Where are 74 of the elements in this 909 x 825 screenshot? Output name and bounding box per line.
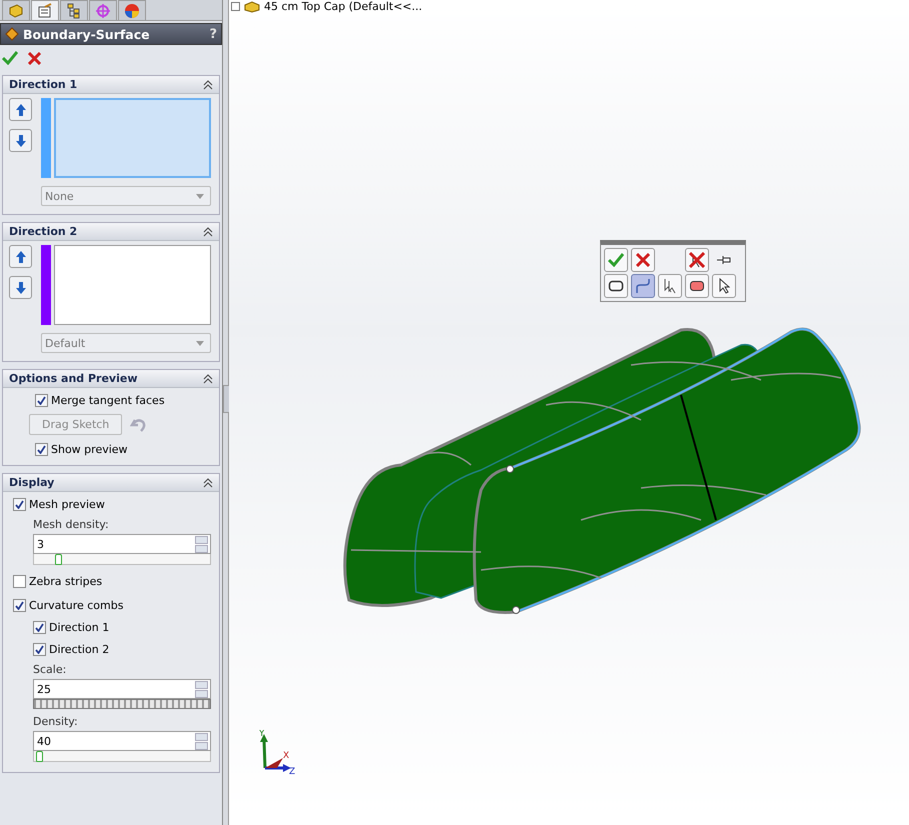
slider-thumb[interactable] — [36, 751, 43, 762]
cursor-icon — [718, 278, 730, 294]
curve-icon — [635, 278, 651, 294]
property-icon — [37, 2, 53, 18]
toolbar-button[interactable] — [685, 274, 709, 298]
collapse-chevron-icon[interactable] — [203, 80, 213, 90]
checkbox-label: Zebra stripes — [29, 574, 102, 588]
collapse-chevron-icon[interactable] — [203, 374, 213, 384]
move-down-button[interactable] — [9, 129, 32, 152]
close-icon — [636, 253, 650, 267]
part-icon — [8, 2, 24, 18]
checkbox[interactable] — [13, 598, 26, 612]
panel-title: Boundary-Surface — [23, 26, 151, 42]
part-icon — [244, 0, 260, 12]
down-arrow-icon — [14, 134, 26, 148]
dropdown[interactable]: Default — [41, 333, 211, 353]
crosshair-icon — [95, 2, 111, 18]
down-arrow-icon — [14, 280, 26, 294]
ok-checkmark-icon[interactable] — [2, 51, 18, 65]
checkbox-label: Curvature combs — [29, 598, 124, 612]
field-label: Density: — [33, 715, 79, 728]
toolbar-button[interactable] — [712, 274, 736, 298]
toolbar-button[interactable] — [658, 274, 682, 298]
pin-icon — [716, 255, 732, 265]
thumbwheel[interactable] — [33, 699, 211, 709]
checkbox-label: Show preview — [51, 442, 128, 456]
checkbox[interactable] — [35, 394, 48, 406]
tree-icon — [66, 2, 82, 18]
section-title: Direction 1 — [9, 78, 78, 91]
collapse-chevron-icon[interactable] — [203, 226, 213, 236]
dropdown[interactable]: None — [41, 186, 211, 206]
checkbox-label: Direction 2 — [49, 642, 110, 656]
section-title: Direction 2 — [9, 225, 78, 238]
checkbox-label: Mesh preview — [29, 498, 105, 510]
toolbar-button[interactable] — [604, 274, 628, 298]
checkmark-icon — [608, 253, 624, 267]
expand-box-icon[interactable] — [231, 2, 240, 11]
checkbox[interactable] — [33, 642, 46, 656]
tree-item-label[interactable]: 45 cm Top Cap (Default<<... — [264, 0, 422, 13]
slider-thumb[interactable] — [55, 554, 62, 565]
color-ball-icon — [124, 2, 140, 18]
move-up-button[interactable] — [9, 245, 32, 268]
collapse-chevron-icon[interactable] — [203, 478, 213, 488]
panel-tab[interactable] — [60, 0, 88, 20]
move-up-button[interactable] — [9, 98, 32, 121]
number-field[interactable]: 40 — [33, 731, 211, 751]
cancel-x-icon[interactable] — [28, 52, 41, 64]
filled-rectangle-icon — [689, 280, 705, 292]
checkbox[interactable] — [33, 620, 46, 634]
checkbox[interactable] — [13, 498, 26, 510]
dropdown-caret-icon — [196, 194, 204, 198]
section-title: Options and Preview — [9, 372, 138, 385]
surface-feature-icon — [5, 27, 19, 41]
field-label: Mesh density: — [33, 518, 110, 531]
dropdown-caret-icon — [196, 340, 204, 346]
panel-tab[interactable] — [2, 0, 30, 20]
selection-list-box[interactable] — [54, 245, 211, 325]
checkbox-label: Merge tangent faces — [51, 394, 165, 406]
move-down-button[interactable] — [9, 276, 32, 299]
up-arrow-icon — [14, 102, 26, 116]
rounded-rectangle-icon — [608, 280, 624, 292]
cursors-icon — [662, 278, 678, 294]
panel-tab[interactable] — [118, 0, 146, 20]
checkbox-label: Direction 1 — [49, 620, 110, 634]
field-label: Scale: — [33, 663, 68, 676]
crossed-cursor-icon — [689, 252, 705, 268]
number-field[interactable]: 3 — [33, 534, 211, 554]
up-arrow-icon — [14, 250, 26, 264]
checkbox[interactable] — [13, 574, 26, 588]
number-field[interactable]: 25 — [33, 679, 211, 699]
help-button[interactable]: ? — [209, 26, 217, 42]
panel-tab[interactable] — [31, 0, 59, 20]
checkbox[interactable] — [35, 442, 48, 456]
section-title: Display — [9, 476, 54, 489]
